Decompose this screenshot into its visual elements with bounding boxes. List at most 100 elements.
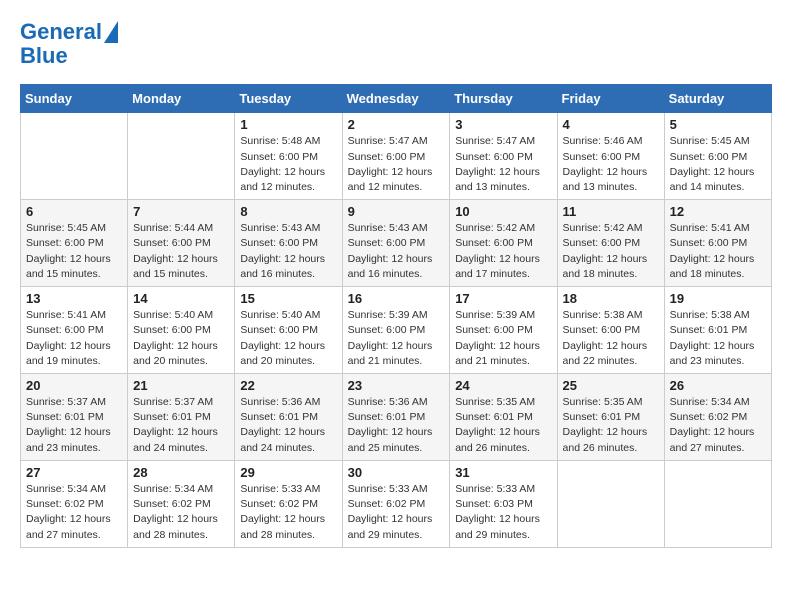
calendar-cell bbox=[128, 113, 235, 200]
day-number: 5 bbox=[670, 117, 766, 132]
calendar-cell: 4 Sunrise: 5:46 AM Sunset: 6:00 PM Daylig… bbox=[557, 113, 664, 200]
weekday-header: Saturday bbox=[664, 85, 771, 113]
day-info: Sunrise: 5:45 AM Sunset: 6:00 PM Dayligh… bbox=[26, 221, 122, 282]
logo-text: General bbox=[20, 20, 102, 44]
day-info: Sunrise: 5:33 AM Sunset: 6:03 PM Dayligh… bbox=[455, 482, 551, 543]
day-number: 2 bbox=[348, 117, 445, 132]
weekday-header: Monday bbox=[128, 85, 235, 113]
day-info: Sunrise: 5:38 AM Sunset: 6:00 PM Dayligh… bbox=[563, 308, 659, 369]
calendar-week-row: 20 Sunrise: 5:37 AM Sunset: 6:01 PM Dayli… bbox=[21, 374, 772, 461]
weekday-header: Thursday bbox=[450, 85, 557, 113]
calendar-cell: 17 Sunrise: 5:39 AM Sunset: 6:00 PM Dayli… bbox=[450, 287, 557, 374]
day-info: Sunrise: 5:34 AM Sunset: 6:02 PM Dayligh… bbox=[133, 482, 229, 543]
day-info: Sunrise: 5:36 AM Sunset: 6:01 PM Dayligh… bbox=[240, 395, 336, 456]
day-number: 10 bbox=[455, 204, 551, 219]
calendar-cell: 21 Sunrise: 5:37 AM Sunset: 6:01 PM Dayli… bbox=[128, 374, 235, 461]
logo-icon bbox=[104, 21, 118, 43]
day-number: 19 bbox=[670, 291, 766, 306]
calendar-cell: 5Sunrise: 5:45 AM Sunset: 6:00 PM Daylig… bbox=[664, 113, 771, 200]
day-number: 15 bbox=[240, 291, 336, 306]
day-info: Sunrise: 5:38 AM Sunset: 6:01 PM Dayligh… bbox=[670, 308, 766, 369]
day-number: 1 bbox=[240, 117, 336, 132]
calendar-cell: 25 Sunrise: 5:35 AM Sunset: 6:01 PM Dayli… bbox=[557, 374, 664, 461]
day-number: 18 bbox=[563, 291, 659, 306]
weekday-header: Friday bbox=[557, 85, 664, 113]
weekday-header: Tuesday bbox=[235, 85, 342, 113]
day-info: Sunrise: 5:47 AM Sunset: 6:00 PM Dayligh… bbox=[455, 134, 551, 195]
day-number: 24 bbox=[455, 378, 551, 393]
day-number: 16 bbox=[348, 291, 445, 306]
day-info: Sunrise: 5:43 AM Sunset: 6:00 PM Dayligh… bbox=[348, 221, 445, 282]
calendar-cell: 7 Sunrise: 5:44 AM Sunset: 6:00 PM Daylig… bbox=[128, 200, 235, 287]
calendar-cell: 15 Sunrise: 5:40 AM Sunset: 6:00 PM Dayli… bbox=[235, 287, 342, 374]
calendar-cell: 2 Sunrise: 5:47 AM Sunset: 6:00 PM Daylig… bbox=[342, 113, 450, 200]
day-number: 23 bbox=[348, 378, 445, 393]
calendar-cell bbox=[557, 460, 664, 547]
calendar-table: SundayMondayTuesdayWednesdayThursdayFrid… bbox=[20, 84, 772, 547]
day-number: 8 bbox=[240, 204, 336, 219]
day-number: 21 bbox=[133, 378, 229, 393]
calendar-week-row: 6 Sunrise: 5:45 AM Sunset: 6:00 PM Daylig… bbox=[21, 200, 772, 287]
day-info: Sunrise: 5:33 AM Sunset: 6:02 PM Dayligh… bbox=[240, 482, 336, 543]
calendar-cell: 9 Sunrise: 5:43 AM Sunset: 6:00 PM Daylig… bbox=[342, 200, 450, 287]
day-info: Sunrise: 5:34 AM Sunset: 6:02 PM Dayligh… bbox=[670, 395, 766, 456]
weekday-header: Sunday bbox=[21, 85, 128, 113]
day-number: 12 bbox=[670, 204, 766, 219]
calendar-cell bbox=[664, 460, 771, 547]
day-number: 25 bbox=[563, 378, 659, 393]
day-info: Sunrise: 5:35 AM Sunset: 6:01 PM Dayligh… bbox=[563, 395, 659, 456]
day-number: 20 bbox=[26, 378, 122, 393]
day-number: 29 bbox=[240, 465, 336, 480]
day-info: Sunrise: 5:43 AM Sunset: 6:00 PM Dayligh… bbox=[240, 221, 336, 282]
day-info: Sunrise: 5:37 AM Sunset: 6:01 PM Dayligh… bbox=[26, 395, 122, 456]
calendar-cell: 18 Sunrise: 5:38 AM Sunset: 6:00 PM Dayli… bbox=[557, 287, 664, 374]
calendar-week-row: 1Sunrise: 5:48 AM Sunset: 6:00 PM Daylig… bbox=[21, 113, 772, 200]
calendar-cell: 1Sunrise: 5:48 AM Sunset: 6:00 PM Daylig… bbox=[235, 113, 342, 200]
day-info: Sunrise: 5:47 AM Sunset: 6:00 PM Dayligh… bbox=[348, 134, 445, 195]
calendar-cell: 6 Sunrise: 5:45 AM Sunset: 6:00 PM Daylig… bbox=[21, 200, 128, 287]
day-info: Sunrise: 5:35 AM Sunset: 6:01 PM Dayligh… bbox=[455, 395, 551, 456]
day-number: 14 bbox=[133, 291, 229, 306]
day-number: 7 bbox=[133, 204, 229, 219]
day-info: Sunrise: 5:39 AM Sunset: 6:00 PM Dayligh… bbox=[455, 308, 551, 369]
day-number: 27 bbox=[26, 465, 122, 480]
calendar-cell: 23 Sunrise: 5:36 AM Sunset: 6:01 PM Dayli… bbox=[342, 374, 450, 461]
day-info: Sunrise: 5:36 AM Sunset: 6:01 PM Dayligh… bbox=[348, 395, 445, 456]
day-info: Sunrise: 5:37 AM Sunset: 6:01 PM Dayligh… bbox=[133, 395, 229, 456]
calendar-cell: 29 Sunrise: 5:33 AM Sunset: 6:02 PM Dayli… bbox=[235, 460, 342, 547]
day-info: Sunrise: 5:40 AM Sunset: 6:00 PM Dayligh… bbox=[240, 308, 336, 369]
day-number: 13 bbox=[26, 291, 122, 306]
calendar-cell: 26Sunrise: 5:34 AM Sunset: 6:02 PM Dayli… bbox=[664, 374, 771, 461]
calendar-cell: 3Sunrise: 5:47 AM Sunset: 6:00 PM Daylig… bbox=[450, 113, 557, 200]
calendar-cell: 12 Sunrise: 5:41 AM Sunset: 6:00 PM Dayli… bbox=[664, 200, 771, 287]
day-info: Sunrise: 5:44 AM Sunset: 6:00 PM Dayligh… bbox=[133, 221, 229, 282]
calendar-cell: 22 Sunrise: 5:36 AM Sunset: 6:01 PM Dayli… bbox=[235, 374, 342, 461]
logo: General Blue bbox=[20, 20, 118, 68]
calendar-cell bbox=[21, 113, 128, 200]
day-number: 11 bbox=[563, 204, 659, 219]
day-number: 4 bbox=[563, 117, 659, 132]
calendar-week-row: 27 Sunrise: 5:34 AM Sunset: 6:02 PM Dayli… bbox=[21, 460, 772, 547]
weekday-header: Wednesday bbox=[342, 85, 450, 113]
calendar-cell: 27 Sunrise: 5:34 AM Sunset: 6:02 PM Dayli… bbox=[21, 460, 128, 547]
calendar-cell: 20 Sunrise: 5:37 AM Sunset: 6:01 PM Dayli… bbox=[21, 374, 128, 461]
calendar-cell: 30Sunrise: 5:33 AM Sunset: 6:02 PM Dayli… bbox=[342, 460, 450, 547]
calendar-header-row: SundayMondayTuesdayWednesdayThursdayFrid… bbox=[21, 85, 772, 113]
day-number: 17 bbox=[455, 291, 551, 306]
day-info: Sunrise: 5:42 AM Sunset: 6:00 PM Dayligh… bbox=[563, 221, 659, 282]
day-info: Sunrise: 5:41 AM Sunset: 6:00 PM Dayligh… bbox=[670, 221, 766, 282]
day-number: 9 bbox=[348, 204, 445, 219]
calendar-cell: 14Sunrise: 5:40 AM Sunset: 6:00 PM Dayli… bbox=[128, 287, 235, 374]
calendar-cell: 31Sunrise: 5:33 AM Sunset: 6:03 PM Dayli… bbox=[450, 460, 557, 547]
day-number: 6 bbox=[26, 204, 122, 219]
day-info: Sunrise: 5:39 AM Sunset: 6:00 PM Dayligh… bbox=[348, 308, 445, 369]
day-info: Sunrise: 5:33 AM Sunset: 6:02 PM Dayligh… bbox=[348, 482, 445, 543]
day-info: Sunrise: 5:34 AM Sunset: 6:02 PM Dayligh… bbox=[26, 482, 122, 543]
calendar-cell: 11 Sunrise: 5:42 AM Sunset: 6:00 PM Dayli… bbox=[557, 200, 664, 287]
day-info: Sunrise: 5:46 AM Sunset: 6:00 PM Dayligh… bbox=[563, 134, 659, 195]
day-info: Sunrise: 5:41 AM Sunset: 6:00 PM Dayligh… bbox=[26, 308, 122, 369]
calendar-cell: 19 Sunrise: 5:38 AM Sunset: 6:01 PM Dayli… bbox=[664, 287, 771, 374]
day-number: 28 bbox=[133, 465, 229, 480]
calendar-cell: 13 Sunrise: 5:41 AM Sunset: 6:00 PM Dayli… bbox=[21, 287, 128, 374]
day-number: 22 bbox=[240, 378, 336, 393]
